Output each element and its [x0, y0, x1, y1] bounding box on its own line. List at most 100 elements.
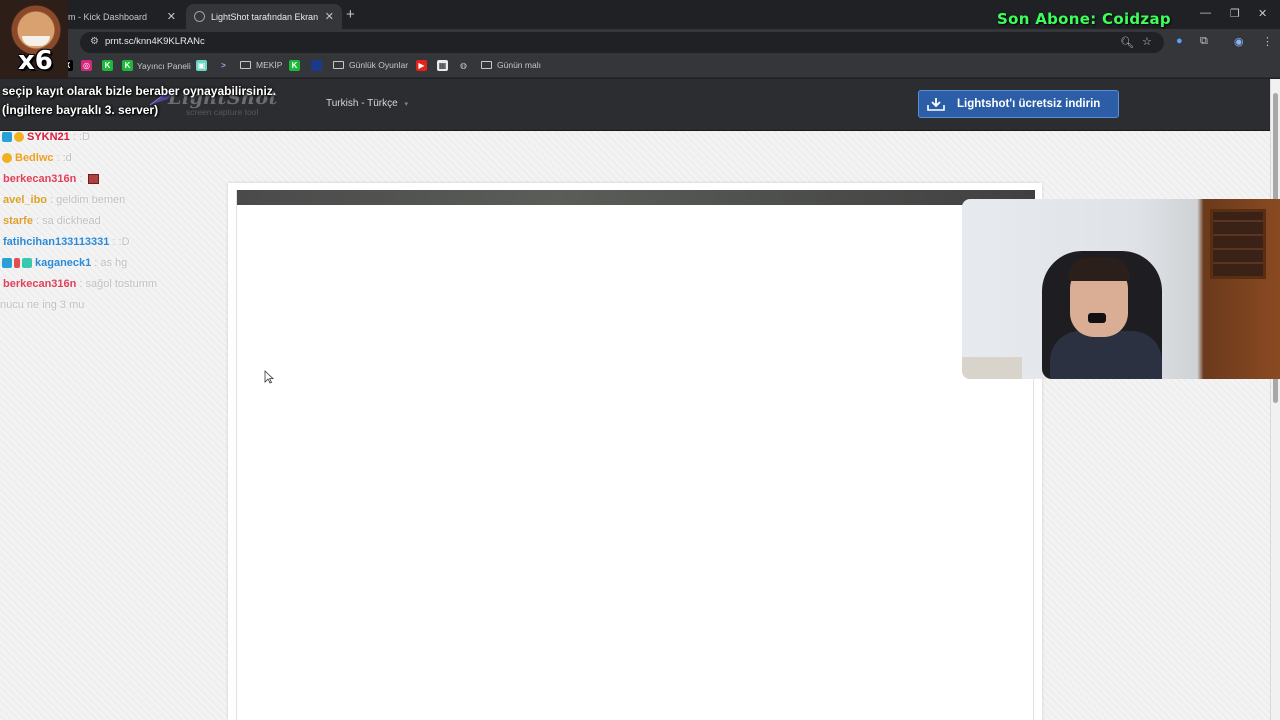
chat-line: SYKN21: :D [0, 126, 230, 147]
bookmark-gunluk-oyunlar[interactable]: Günlük Oyunlar [333, 60, 408, 70]
chat-emote-icon [88, 173, 100, 184]
profile-icon[interactable]: ◉ [1234, 35, 1244, 48]
language-selector[interactable]: Turkish - Türkçe ▾ [326, 98, 408, 109]
screenshot-image-strip [237, 190, 1035, 205]
chat-message: : sağol tostumm [79, 277, 158, 290]
bookmark-label: Yayıncı Paneli [137, 60, 191, 71]
bookmark-prompt[interactable]: > [218, 60, 233, 71]
bookmark-yayinci-paneli[interactable]: K Yayıncı Paneli [122, 60, 191, 71]
chat-username: berkecan316n [3, 277, 77, 290]
url-text[interactable]: prnt.sc/knn4K9KLRANc [105, 36, 205, 47]
last-subscriber-alert: Son Abone: Coidzap [997, 10, 1171, 28]
chat-message: : :D [72, 130, 90, 143]
bookmark-instagram[interactable]: ◎ [81, 60, 96, 71]
plus-icon[interactable]: + [346, 6, 355, 23]
alert-line: (İngiltere bayraklı 3. server) [2, 103, 159, 117]
youtube-icon: ▶ [416, 60, 427, 71]
minimize-icon[interactable]: — [1200, 7, 1211, 19]
tab-label: m - Kick Dashboard [68, 11, 148, 22]
chat-line: Bedlwc: :d [0, 147, 230, 168]
tab-kick-dashboard[interactable]: m - Kick Dashboard ✕ [60, 4, 184, 29]
bookmark-globe[interactable]: ◍ [458, 60, 473, 71]
chat-line: avel_ibo: geldim bemen [0, 189, 230, 210]
extension-icon[interactable]: ● [1176, 35, 1183, 47]
restore-icon[interactable]: ❐ [1230, 7, 1240, 20]
chat-username: starfe [3, 214, 33, 227]
instagram-icon: ◎ [81, 60, 92, 71]
chat-message: nucu ne ing 3 mu [0, 298, 85, 311]
bookmark-kick-2[interactable]: K [289, 60, 304, 71]
webcam-cabinet [1210, 209, 1266, 279]
bookmark-gunun-mali[interactable]: Günün malı [481, 60, 541, 70]
kick-icon: K [289, 60, 300, 71]
webcam-hair [1068, 257, 1130, 281]
alert-line: seçip kayıt olarak bizle beraber oynayab… [2, 84, 277, 98]
stream-alert-text: seçip kayıt olarak bizle beraber oynayab… [2, 74, 322, 120]
bookmark-twitch[interactable]: ▣ [196, 60, 211, 71]
coin-badge-icon [14, 131, 24, 142]
bookmark-image[interactable]: ▦ [437, 60, 452, 71]
zoom-icon[interactable]: 🔍︎ [1120, 36, 1134, 49]
prompt-icon: > [221, 61, 226, 70]
webcam-mic [1088, 313, 1106, 323]
bookmark-kick[interactable]: K [102, 60, 117, 71]
bookmark-mekip[interactable]: MEKİP [240, 60, 282, 70]
page-scrollbar[interactable] [1270, 79, 1280, 720]
chevron-down-icon: ▾ [404, 101, 408, 108]
tab-label: LightShot tarafından Ekran Görü [211, 11, 321, 22]
chat-message: : sa dickhead [35, 214, 101, 227]
close-icon[interactable]: ✕ [325, 10, 334, 23]
language-label: Turkish - Türkçe [326, 98, 398, 109]
chat-line: berkecan316n: sağol tostumm [0, 273, 230, 294]
webcam-overlay [962, 199, 1280, 379]
chat-username: avel_ibo [3, 193, 48, 206]
menu-icon[interactable]: ⋮ [1262, 35, 1273, 48]
bookmark-icon [311, 60, 322, 71]
puzzle-icon[interactable]: ⧉ [1200, 35, 1208, 48]
emote-multiplier: x6 [18, 46, 53, 76]
close-icon[interactable]: ✕ [167, 10, 176, 23]
download-label: Lightshot'ı ücretsiz indirin [957, 98, 1101, 110]
star-icon[interactable]: ☆ [1142, 35, 1152, 48]
image-icon: ▦ [437, 60, 448, 71]
chat-username: Bedlwc [15, 151, 54, 164]
chat-username: SYKN21 [27, 130, 70, 143]
emote-overlay: x6 [0, 0, 68, 78]
tab-lightshot[interactable]: LightShot tarafından Ekran Görü ✕ [186, 4, 342, 29]
square-badge-icon [2, 257, 12, 268]
browser-toolbar: ⚙ prnt.sc/knn4K9KLRANc 🔍︎ ☆ ● ⧉ ◉ ⋮ [0, 29, 1280, 56]
pen-badge-icon [14, 257, 20, 268]
chat-line: nucu ne ing 3 mu [0, 294, 230, 315]
screenshot-image[interactable] [236, 190, 1035, 720]
bookmark-blue[interactable] [311, 60, 326, 71]
coin-badge-icon [2, 152, 12, 163]
kick-icon: K [122, 60, 133, 71]
chat-message: : geldim bemen [50, 193, 126, 206]
webcam-body [1050, 331, 1162, 379]
chat-line: starfe: sa dickhead [0, 210, 230, 231]
download-button[interactable]: Lightshot'ı ücretsiz indirin [918, 90, 1119, 118]
mouse-cursor-icon [264, 370, 274, 384]
close-window-icon[interactable]: ✕ [1258, 7, 1267, 20]
bookmark-youtube[interactable]: ▶ [416, 60, 431, 71]
alert-line-cut [2, 74, 322, 82]
gem-badge-icon [22, 257, 32, 268]
bookmark-label: Günlük Oyunlar [349, 60, 409, 70]
chat-message: : :d [56, 151, 72, 164]
lightshot-favicon-icon [194, 11, 205, 22]
chat-message: : as hg [94, 256, 128, 269]
folder-icon [481, 61, 492, 69]
twitch-icon: ▣ [196, 60, 207, 71]
site-info-icon[interactable]: ⚙ [90, 36, 99, 47]
chat-username: fatihcihan133113331 [3, 235, 110, 248]
chat-line: fatihcihan133113331: :D [0, 231, 230, 252]
chat-line: berkecan316n: [0, 168, 230, 189]
chat-username: berkecan316n [3, 172, 77, 185]
chat-message: : :D [112, 235, 130, 248]
address-bar[interactable]: ⚙ prnt.sc/knn4K9KLRANc 🔍︎ ☆ [80, 32, 1164, 53]
webcam-desk [962, 357, 1022, 379]
chat-line: kaganeck1: as hg [0, 252, 230, 273]
bookmark-label: Günün malı [497, 60, 541, 70]
chat-overlay: SYKN21: :D Bedlwc: :d berkecan316n: avel_ib… [0, 126, 230, 315]
square-badge-icon [2, 131, 12, 142]
